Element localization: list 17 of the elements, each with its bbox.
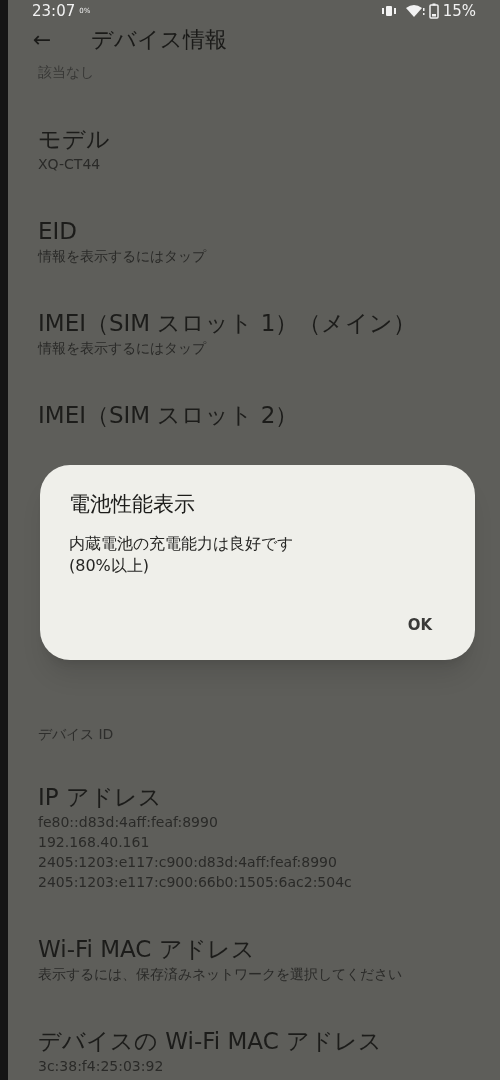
- wifi-icon: [404, 4, 425, 19]
- setting-title: IP アドレス: [38, 782, 163, 812]
- dialog-message: 内蔵電池の充電能力は良好です: [69, 532, 294, 555]
- vibrate-icon: [380, 5, 397, 18]
- battery-icon: [428, 3, 439, 20]
- setting-title: Wi-Fi MAC アドレス: [38, 934, 256, 964]
- dialog-title: 電池性能表示: [69, 491, 196, 518]
- setting-title: IMEI（SIM スロット 1）（メイン）: [38, 308, 418, 338]
- setting-title: モデル: [38, 124, 111, 154]
- ok-button[interactable]: OK: [393, 609, 446, 640]
- status-time: 23:07: [32, 1, 76, 22]
- setting-title: EID: [38, 216, 79, 246]
- dialog-message: (80%以上): [69, 554, 151, 577]
- setting-title: デバイスの Wi-Fi MAC アドレス: [38, 1026, 384, 1056]
- battery-percent: 15%: [442, 1, 476, 22]
- page-title: デバイス情報: [91, 25, 227, 54]
- setting-title: IMEI（SIM スロット 2）: [38, 400, 300, 430]
